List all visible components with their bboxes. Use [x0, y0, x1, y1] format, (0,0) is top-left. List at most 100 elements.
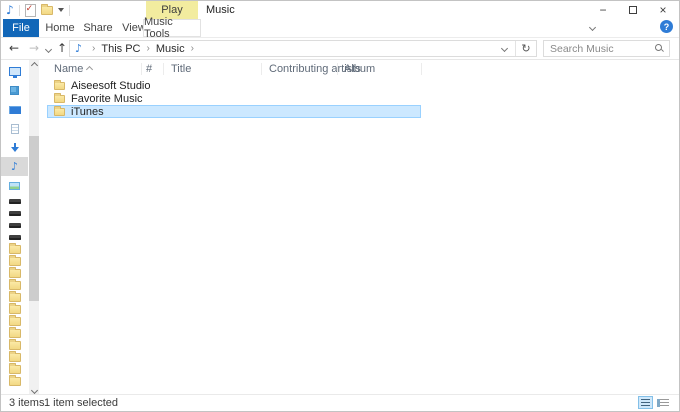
music-note-icon: ♪ — [75, 42, 82, 55]
sort-ascending-icon — [87, 63, 92, 75]
expand-ribbon-chevron-icon[interactable] — [589, 24, 596, 31]
ribbon-tabs-row: File Home Share View Music Tools ? — [1, 19, 679, 38]
customize-toolbar-arrow-icon[interactable] — [58, 8, 64, 12]
address-bar[interactable]: ♪ › This PC › Music › ↻ — [69, 40, 537, 57]
folder-icon — [9, 377, 21, 386]
up-button[interactable]: ↑ — [57, 41, 67, 55]
sidebar-item-this-pc[interactable] — [1, 62, 28, 81]
file-name: Favorite Music — [71, 93, 143, 105]
column-header-name[interactable]: Name — [54, 63, 83, 75]
scrollbar-thumb[interactable] — [29, 136, 39, 301]
new-folder-icon[interactable] — [41, 6, 53, 15]
tab-file[interactable]: File — [3, 19, 39, 37]
folder-icon — [9, 269, 21, 278]
sidebar-item-folder[interactable] — [1, 363, 28, 375]
sidebar-item-drive[interactable] — [1, 195, 28, 207]
column-divider[interactable] — [141, 63, 142, 75]
address-dropdown-chevron-icon[interactable] — [501, 45, 508, 52]
sidebar-item-folder[interactable] — [1, 339, 28, 351]
address-row: ← → ↑ ♪ › This PC › Music › ↻ — [1, 38, 679, 60]
sidebar-scrollbar[interactable] — [29, 60, 39, 395]
sidebar-item-folder[interactable] — [1, 375, 28, 387]
file-row[interactable]: Favorite Music — [47, 92, 421, 105]
folder-icon — [54, 108, 65, 116]
sidebar-item-3d-objects[interactable] — [1, 81, 28, 100]
quick-access-toolbar: ♪ — [6, 2, 70, 18]
sidebar-item-folder[interactable] — [1, 243, 28, 255]
sidebar-item-folder[interactable] — [1, 327, 28, 339]
refresh-icon[interactable]: ↻ — [516, 42, 536, 55]
desktop-icon — [9, 106, 21, 114]
folder-icon — [9, 305, 21, 314]
breadcrumb-separator: › — [191, 43, 194, 54]
sidebar-item-folder[interactable] — [1, 267, 28, 279]
sidebar-item-drive[interactable] — [1, 219, 28, 231]
sidebar-item-folder[interactable] — [1, 351, 28, 363]
large-icons-view-button[interactable] — [655, 396, 670, 409]
back-button[interactable]: ← — [9, 41, 19, 55]
column-divider[interactable] — [421, 63, 422, 75]
documents-icon — [11, 124, 19, 134]
sidebar-item-documents[interactable] — [1, 119, 28, 138]
minimize-button[interactable]: − — [588, 1, 618, 19]
large-icons-view-icon — [657, 399, 669, 407]
drive-icon — [9, 199, 21, 204]
breadcrumb-music[interactable]: Music — [156, 43, 185, 55]
sidebar-item-folder[interactable] — [1, 315, 28, 327]
scroll-up-button[interactable] — [29, 60, 39, 70]
divider — [69, 5, 70, 16]
divider — [19, 5, 20, 16]
tab-home[interactable]: Home — [41, 19, 79, 37]
file-row[interactable]: iTunes — [47, 105, 421, 118]
items-count: 3 items — [9, 397, 44, 409]
file-name: iTunes — [71, 106, 104, 118]
column-header-title[interactable]: Title — [171, 63, 191, 75]
maximize-button[interactable] — [618, 1, 648, 19]
file-row[interactable]: Aiseesoft Studio — [47, 79, 421, 92]
pictures-icon — [9, 182, 20, 190]
window-title: Music — [206, 4, 235, 16]
3d-objects-icon — [10, 86, 19, 95]
folder-icon — [54, 82, 65, 90]
details-view-button[interactable] — [638, 396, 653, 409]
tab-music-tools[interactable]: Music Tools — [143, 19, 201, 37]
sidebar-item-drive[interactable] — [1, 231, 28, 243]
sidebar-item-folder[interactable] — [1, 303, 28, 315]
column-divider[interactable] — [337, 63, 338, 75]
sidebar-item-folder[interactable] — [1, 255, 28, 267]
folder-icon — [9, 293, 21, 302]
folder-icon — [9, 353, 21, 362]
breadcrumb-this-pc[interactable]: This PC — [101, 43, 140, 55]
column-header-album[interactable]: Album — [344, 63, 375, 75]
sidebar-item-folder[interactable] — [1, 291, 28, 303]
selection-count: 1 item selected — [44, 397, 118, 409]
details-view-icon — [641, 399, 650, 407]
close-button[interactable]: × — [648, 1, 678, 19]
sidebar-item-pictures[interactable] — [1, 176, 28, 195]
help-button[interactable]: ? — [660, 20, 673, 33]
downloads-icon — [10, 143, 20, 153]
column-divider[interactable] — [163, 63, 164, 75]
chevron-up-icon — [30, 61, 37, 68]
sidebar-item-music[interactable] — [1, 157, 28, 176]
column-header-number[interactable]: # — [146, 63, 152, 75]
sidebar-item-downloads[interactable] — [1, 138, 28, 157]
column-divider[interactable] — [261, 63, 262, 75]
sidebar-list — [1, 62, 28, 387]
search-input[interactable] — [544, 41, 669, 56]
explorer-window: ♪ Play Music − × File Home Share View Mu… — [0, 0, 680, 412]
folder-icon — [9, 257, 21, 266]
forward-button[interactable]: → — [29, 41, 39, 55]
folder-icon — [9, 365, 21, 374]
folder-icon — [9, 245, 21, 254]
sidebar-item-folder[interactable] — [1, 279, 28, 291]
this-pc-icon — [9, 67, 21, 76]
recent-locations-chevron-icon[interactable] — [45, 46, 52, 53]
file-list: Aiseesoft StudioFavorite MusiciTunes — [47, 79, 421, 118]
maximize-icon — [629, 6, 637, 14]
sidebar-item-drive[interactable] — [1, 207, 28, 219]
tab-share[interactable]: Share — [79, 19, 117, 37]
breadcrumb-separator: › — [147, 43, 150, 54]
properties-icon[interactable] — [25, 4, 36, 17]
sidebar-item-desktop[interactable] — [1, 100, 28, 119]
